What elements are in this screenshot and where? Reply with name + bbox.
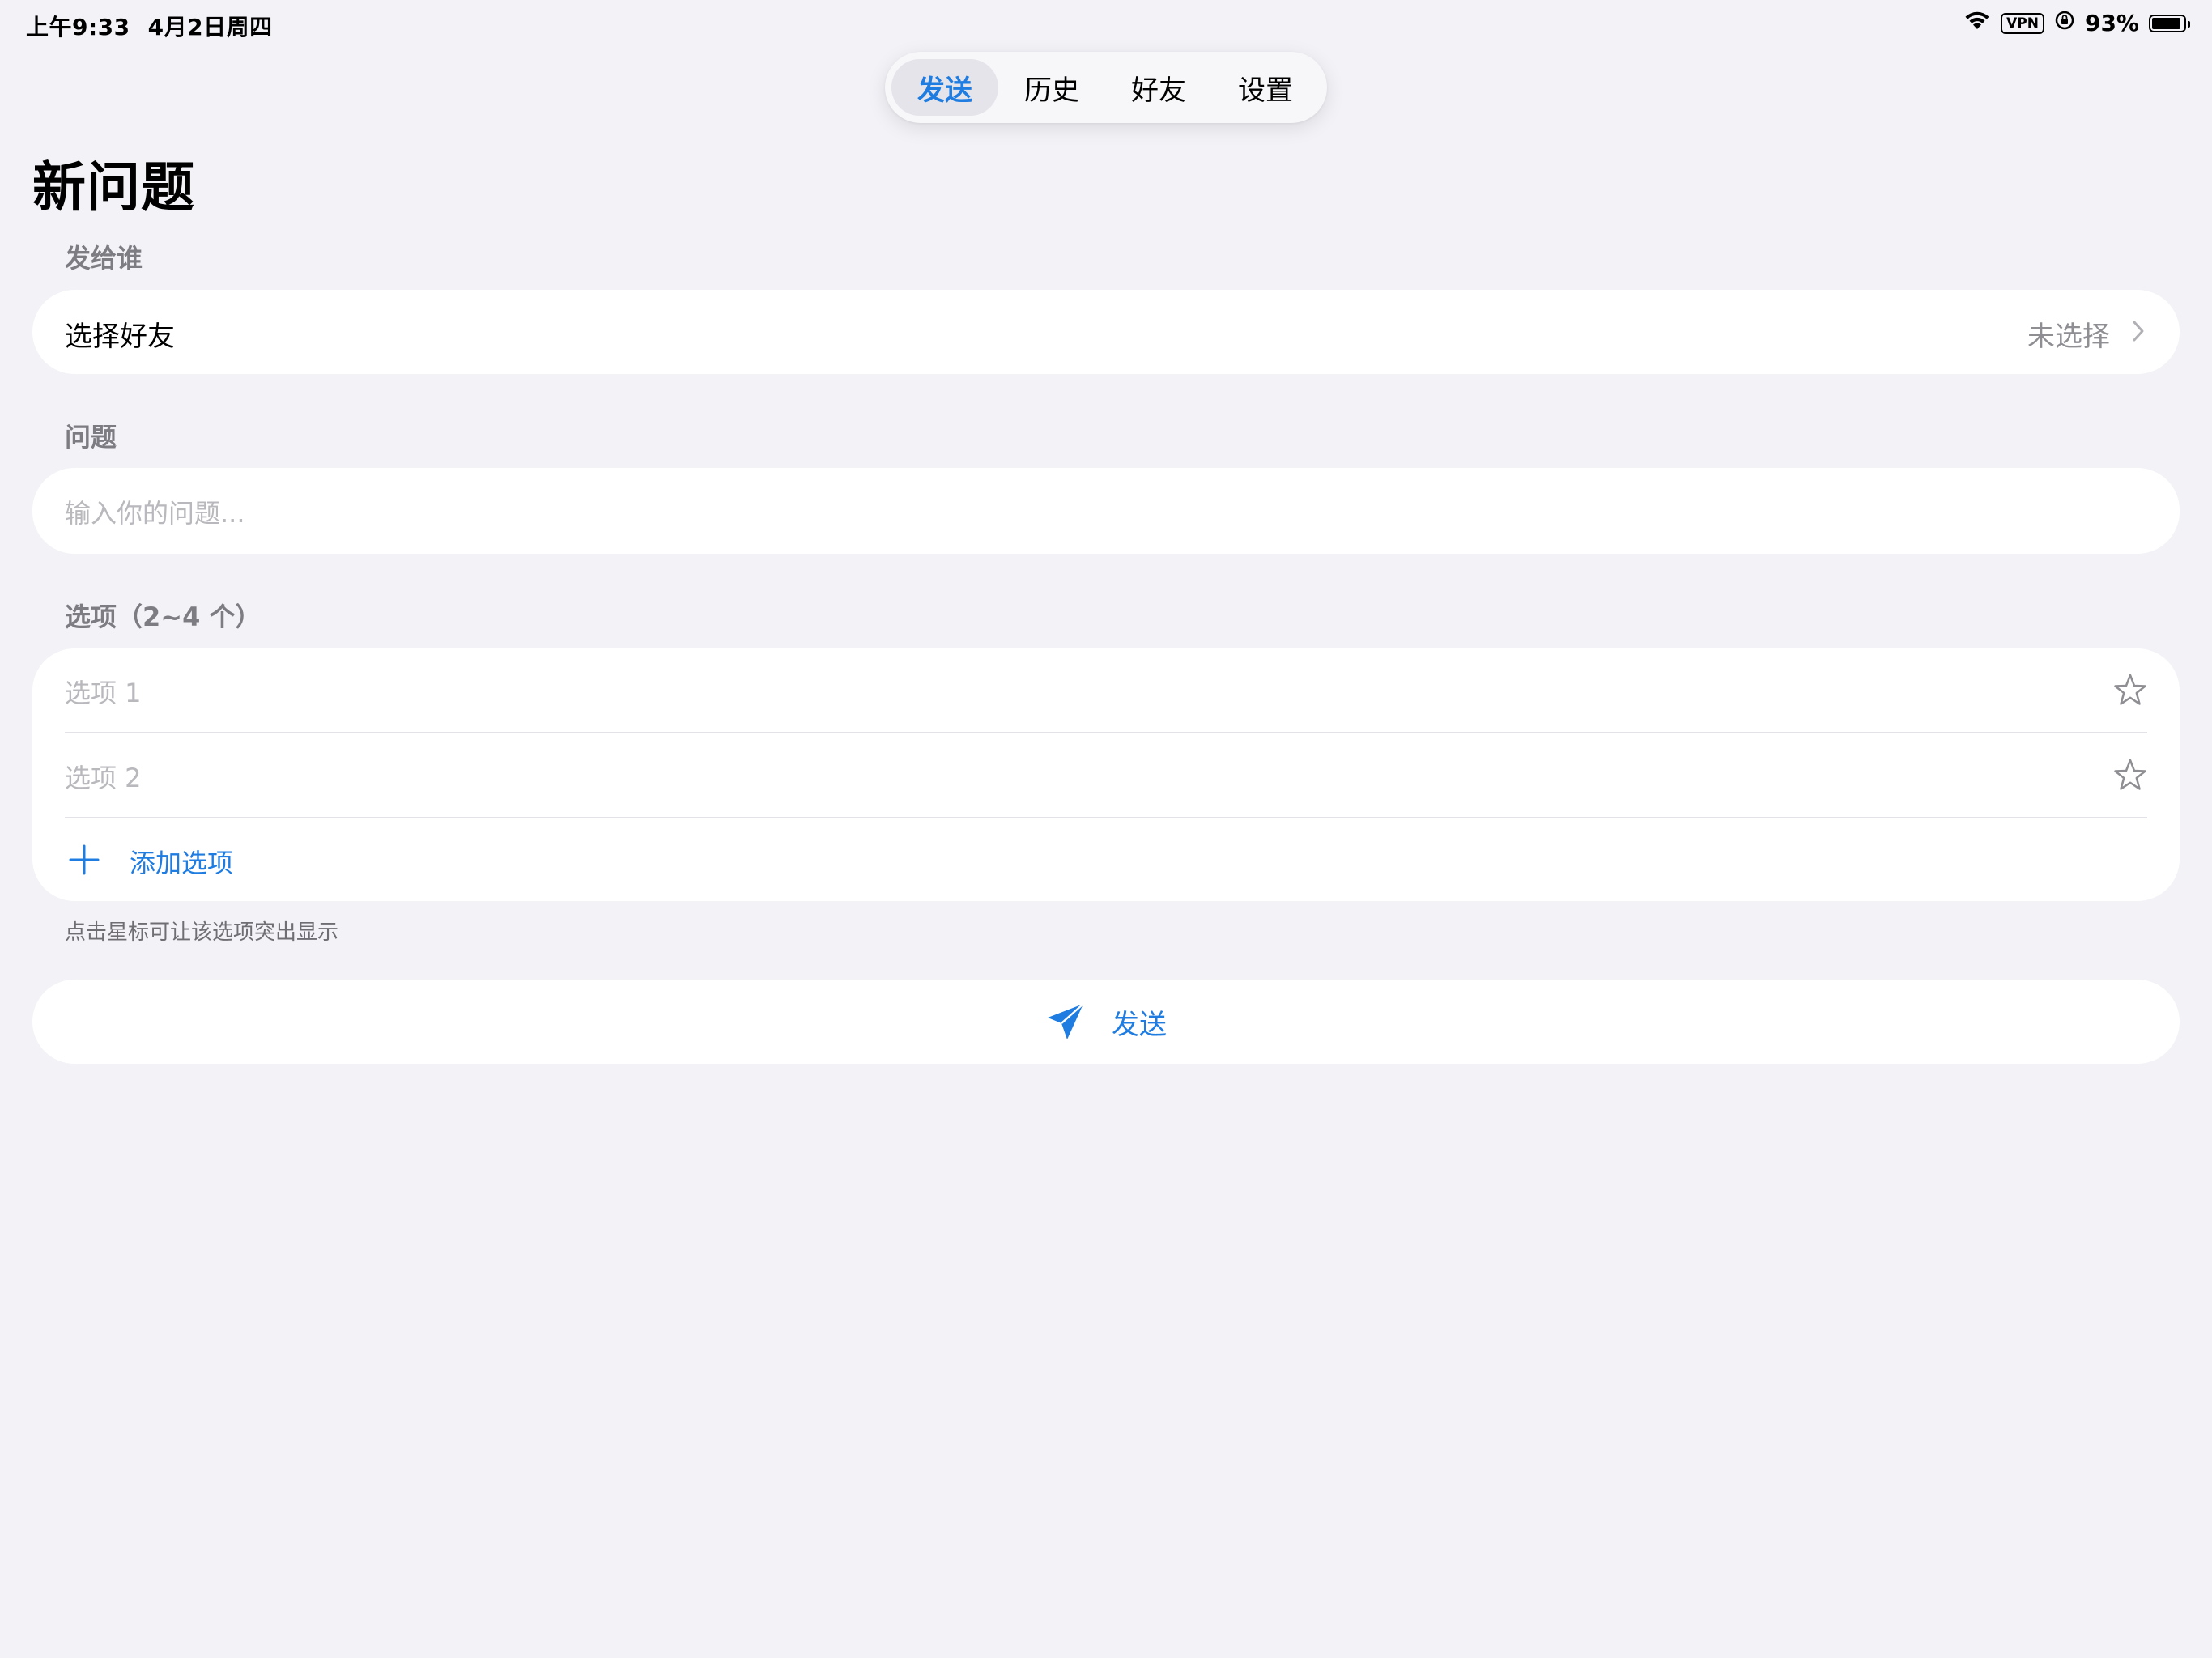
option-row-2: 选项 2 <box>32 733 2180 818</box>
rotation-lock-icon <box>2054 10 2075 36</box>
tab-history[interactable]: 历史 <box>998 59 1105 116</box>
paperplane-icon <box>1045 1001 1086 1042</box>
tab-friends[interactable]: 好友 <box>1105 59 1212 116</box>
status-date: 4月2日周四 <box>147 14 273 40</box>
battery-percent: 93% <box>2084 10 2139 36</box>
status-bar-right: VPN 93% <box>1963 10 2190 36</box>
question-section-label: 问题 <box>65 422 117 453</box>
battery-icon <box>2149 14 2190 32</box>
options-section-label: 选项（2~4 个） <box>65 602 262 632</box>
select-friend-label: 选择好友 <box>65 321 175 353</box>
option-1-input[interactable]: 选项 1 <box>65 673 142 710</box>
add-option-label: 添加选项 <box>130 848 234 878</box>
status-bar-left: 上午9:33 4月2日周四 <box>26 10 273 42</box>
recipient-section-label: 发给谁 <box>65 243 143 274</box>
options-hint: 点击星标可让该选项突出显示 <box>65 920 339 945</box>
select-friend-row[interactable]: 选择好友 未选择 <box>32 290 2180 374</box>
question-placeholder: 输入你的问题... <box>65 498 245 529</box>
vpn-badge: VPN <box>2001 12 2044 34</box>
send-button-label: 发送 <box>1112 1008 1167 1041</box>
options-card: 选项 1 选项 2 添加选项 <box>32 648 2180 901</box>
star-icon[interactable] <box>2113 758 2147 795</box>
question-input[interactable]: 输入你的问题... <box>32 468 2180 554</box>
option-2-input[interactable]: 选项 2 <box>65 758 142 795</box>
star-icon[interactable] <box>2113 673 2147 710</box>
tab-send[interactable]: 发送 <box>891 59 998 116</box>
tab-settings[interactable]: 设置 <box>1212 59 1319 116</box>
plus-icon <box>68 844 100 879</box>
chevron-right-icon <box>2131 319 2146 346</box>
option-row-1: 选项 1 <box>32 648 2180 733</box>
recipient-value: 未选择 <box>2027 321 2110 353</box>
tab-bar: 发送 历史 好友 设置 <box>885 52 1327 123</box>
status-time: 上午9:33 <box>26 14 130 40</box>
add-option-button[interactable]: 添加选项 <box>32 818 2180 901</box>
wifi-icon <box>1963 10 1991 36</box>
page-title: 新问题 <box>32 156 195 219</box>
send-button[interactable]: 发送 <box>32 980 2180 1064</box>
